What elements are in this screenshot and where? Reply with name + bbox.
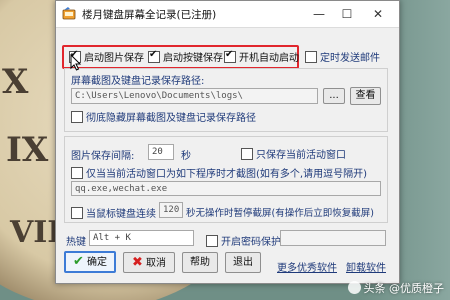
x-icon: ✖ [131, 255, 143, 270]
program-filter-checkbox[interactable] [71, 167, 83, 179]
clock-numeral: X [2, 62, 29, 102]
uninstall-link[interactable]: 卸载软件 [346, 259, 386, 274]
check-icon: ✔ [72, 254, 84, 269]
toutiao-logo-icon [347, 281, 361, 294]
browse-button[interactable]: ... [323, 88, 345, 104]
ok-button[interactable]: ✔ 确定 [64, 251, 116, 273]
interval-input[interactable]: 20 [148, 144, 174, 160]
idle-label-before: 当鼠标键盘连续 [86, 209, 156, 220]
hotkey-label: 热键 [66, 237, 86, 248]
minimize-button[interactable]: — [309, 5, 329, 23]
clock-numeral: IX [6, 130, 49, 170]
save-path-label: 屏幕截图及键盘记录保存路径: [71, 76, 205, 87]
app-icon [62, 7, 76, 20]
more-software-link[interactable]: 更多优秀软件 [277, 259, 337, 274]
program-filter-option[interactable]: 仅当当前活动窗口为如下程序时才截图(如有多个,请用逗号隔开) [71, 165, 367, 180]
hide-path-label: 彻底隐藏屏幕截图及键盘记录保存路径 [86, 113, 256, 124]
start-key-save-option[interactable]: 启动按键保存 [148, 49, 223, 64]
password-option[interactable]: 开启密码保护 [206, 233, 281, 248]
view-button[interactable]: 查看 [350, 87, 381, 105]
cancel-label: 取消 [146, 258, 167, 269]
timed-email-label: 定时发送邮件 [320, 53, 380, 64]
start-key-save-label: 启动按键保存 [163, 53, 223, 64]
maximize-button[interactable]: ☐ [337, 5, 357, 23]
start-image-save-label: 启动图片保存 [84, 53, 144, 64]
idle-pause-checkbox[interactable] [71, 207, 83, 219]
hide-path-checkbox[interactable] [71, 111, 83, 123]
window-title: 楼月键盘屏幕全记录(已注册) [82, 9, 217, 21]
timed-email-option[interactable]: 定时发送邮件 [305, 49, 380, 64]
hotkey-input[interactable]: Alt + K [89, 230, 194, 246]
close-button[interactable]: ✕ [368, 5, 388, 23]
password-checkbox[interactable] [206, 235, 218, 247]
save-path-field[interactable]: C:\Users\Lenovo\Documents\logs\ [71, 88, 318, 104]
auto-start-option[interactable]: 开机自动启动 [224, 49, 299, 64]
ok-label: 确定 [87, 257, 108, 268]
timed-email-checkbox[interactable] [305, 51, 317, 63]
only-active-label: 只保存当前活动窗口 [256, 150, 346, 161]
hide-path-option[interactable]: 彻底隐藏屏幕截图及键盘记录保存路径 [71, 109, 256, 124]
interval-unit: 秒 [181, 151, 191, 162]
auto-start-checkbox[interactable] [224, 49, 236, 63]
password-label: 开启密码保护 [221, 237, 281, 248]
auto-start-label: 开机自动启动 [239, 53, 299, 64]
program-filter-label: 仅当当前活动窗口为如下程序时才截图(如有多个,请用逗号隔开) [86, 169, 367, 180]
idle-seconds-input[interactable]: 120 [159, 202, 183, 218]
idle-pause-option[interactable]: 当鼠标键盘连续 [71, 205, 156, 220]
watermark: 头条 @优质橙子 [347, 280, 445, 296]
only-active-option[interactable]: 只保存当前活动窗口 [241, 146, 346, 161]
start-key-save-checkbox[interactable] [148, 49, 160, 63]
title-bar: 楼月键盘屏幕全记录(已注册) — ☐ ✕ [56, 1, 399, 28]
help-button[interactable]: 帮助 [182, 252, 218, 273]
interval-label: 图片保存间隔: [71, 151, 135, 162]
only-active-checkbox[interactable] [241, 148, 253, 160]
program-filter-field[interactable]: qq.exe,wechat.exe [71, 181, 381, 196]
idle-label-after: 秒无操作时暂停截屏(有操作后立即恢复截屏) [186, 208, 374, 219]
exit-button[interactable]: 退出 [225, 252, 261, 273]
app-window: 楼月键盘屏幕全记录(已注册) — ☐ ✕ 启动图片保存 启动按键保存 开机自动启… [55, 0, 400, 284]
cancel-button[interactable]: ✖ 取消 [123, 252, 175, 273]
password-input[interactable] [280, 230, 386, 246]
watermark-text: 头条 @优质橙子 [363, 282, 445, 295]
mouse-cursor-icon [70, 54, 82, 71]
